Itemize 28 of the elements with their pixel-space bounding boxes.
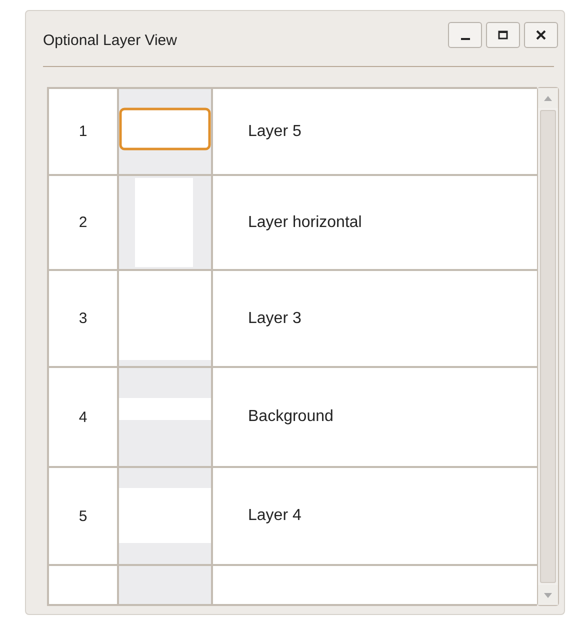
minimize-button[interactable]: [448, 22, 482, 48]
minimize-icon: [460, 38, 470, 40]
layer-name: Background: [248, 408, 334, 426]
maximize-icon: [497, 29, 509, 41]
layer-row[interactable]: 3 Layer 3: [49, 271, 537, 368]
layer-name: Layer 4: [248, 507, 302, 525]
scroll-down-button[interactable]: [538, 585, 558, 605]
layer-number: 2: [78, 214, 88, 231]
layer-row[interactable]: 2 Layer horizontal: [49, 176, 537, 271]
scrollbar[interactable]: [537, 87, 559, 606]
layer-row[interactable]: 4 Background: [49, 368, 537, 468]
window-title: Optional Layer View: [43, 32, 177, 48]
layer-row[interactable]: 1 Layer 5: [49, 89, 537, 176]
layer-number: 3: [78, 310, 88, 327]
layer-row[interactable]: 5 Layer 4: [49, 468, 537, 566]
layer-number: 1: [78, 123, 88, 140]
layer-name: Layer 5: [248, 122, 302, 140]
close-button[interactable]: [524, 22, 558, 48]
layer-number: 4: [78, 408, 88, 426]
maximize-button[interactable]: [486, 22, 520, 48]
layer-name: Layer 3: [248, 310, 302, 328]
layer-name: Layer horizontal: [248, 214, 362, 232]
scroll-thumb[interactable]: [540, 110, 556, 583]
up-arrow-icon: [544, 96, 552, 100]
layer-number: 5: [78, 508, 88, 524]
scroll-up-button[interactable]: [538, 88, 558, 108]
down-arrow-icon: [544, 592, 552, 598]
close-icon: [535, 29, 547, 41]
